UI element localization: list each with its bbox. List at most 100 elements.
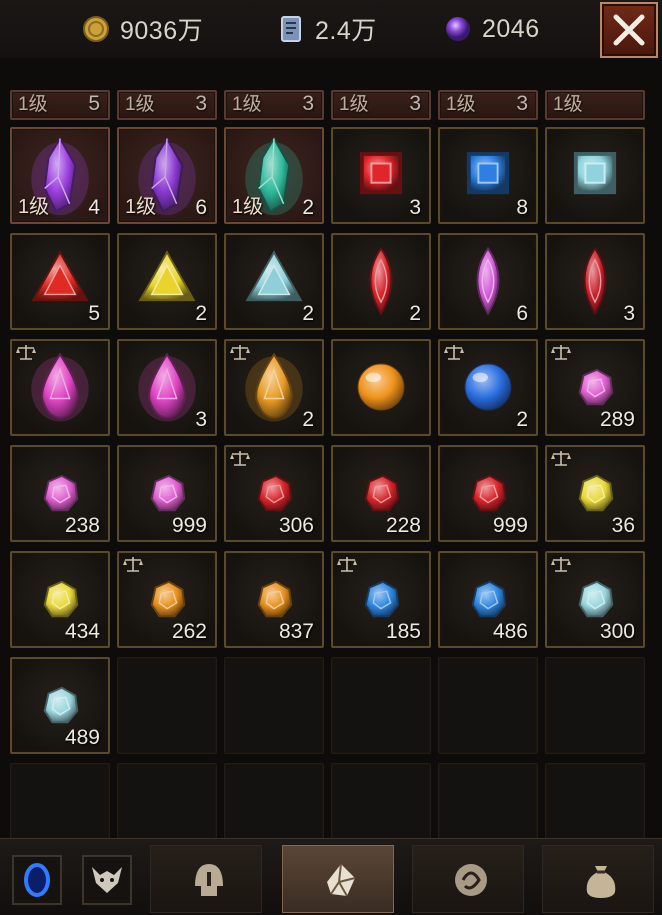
demon-head-icon — [92, 867, 122, 893]
rune-tab-icon — [455, 864, 487, 896]
item-quantity: 2 — [409, 302, 421, 325]
inventory-slot[interactable]: 999 — [117, 445, 217, 542]
item-quantity: 36 — [611, 514, 635, 537]
inventory-slot[interactable]: 2 — [438, 339, 538, 436]
item-quantity: 3 — [623, 302, 635, 325]
inventory-slot[interactable]: 434 — [10, 551, 110, 648]
partial-slot[interactable]: 1级 — [545, 90, 645, 120]
empty-slot — [331, 657, 431, 754]
item-level: 1级 — [18, 94, 48, 115]
gold-resource: 9036万 — [82, 12, 203, 46]
item-quantity: 6 — [516, 302, 528, 325]
inventory-slot[interactable]: 36 — [545, 445, 645, 542]
inventory-slot[interactable]: 306 — [224, 445, 324, 542]
inventory-slot[interactable]: 3 — [117, 339, 217, 436]
item-quantity: 3 — [409, 196, 421, 219]
inventory-slot[interactable]: 486 — [438, 551, 538, 648]
tab-gems[interactable] — [282, 845, 394, 913]
item-quantity: 2 — [302, 302, 314, 325]
item-quantity: 2 — [302, 408, 314, 431]
inventory-slot[interactable]: 999 — [438, 445, 538, 542]
inventory-slot[interactable]: 228 — [331, 445, 431, 542]
item-quantity: 289 — [599, 408, 635, 431]
partial-slot[interactable]: 1级 3 — [117, 90, 217, 120]
item-quantity: 6 — [195, 196, 207, 219]
item-level: 1级 — [232, 196, 264, 218]
inventory-slot[interactable] — [545, 127, 645, 224]
item-quantity: 999 — [171, 514, 207, 537]
inventory-slot[interactable]: 6 — [438, 233, 538, 330]
purple-orb-icon — [446, 17, 470, 41]
inventory-slot[interactable]: 2 — [224, 233, 324, 330]
inventory-slot[interactable]: 3 — [545, 233, 645, 330]
balance-scale-icon — [337, 557, 357, 572]
orb-amount: 2046 — [482, 14, 540, 43]
balance-scale-icon — [230, 451, 250, 466]
tab-runes[interactable] — [412, 845, 524, 913]
inventory-slot[interactable]: 262 — [117, 551, 217, 648]
inventory-slot[interactable]: 5 — [10, 233, 110, 330]
close-button[interactable] — [600, 2, 658, 58]
item-quantity: 999 — [492, 514, 528, 537]
inventory-slot[interactable]: 3 — [331, 127, 431, 224]
item-quantity: 8 — [516, 196, 528, 219]
scroll-amount: 2.4万 — [315, 17, 377, 45]
item-level: 1级 — [125, 94, 155, 115]
balance-scale-icon — [16, 345, 36, 360]
inventory-slot[interactable]: 238 — [10, 445, 110, 542]
item-quantity: 434 — [64, 620, 100, 643]
blue-portal-slot[interactable] — [12, 855, 62, 905]
inventory-slot[interactable]: 8 — [438, 127, 538, 224]
item-quantity: 5 — [88, 302, 100, 325]
partial-slot[interactable]: 1级 3 — [438, 90, 538, 120]
demon-slot[interactable] — [82, 855, 132, 905]
tab-equipment[interactable] — [150, 845, 262, 913]
item-quantity: 238 — [64, 514, 100, 537]
item-quantity: 2 — [516, 408, 528, 431]
empty-slot — [545, 657, 645, 754]
item-quantity: 3 — [516, 92, 528, 115]
item-quantity: 489 — [64, 726, 100, 749]
item-level: 1级 — [446, 94, 476, 115]
item-quantity: 3 — [195, 408, 207, 431]
item-level: 1级 — [553, 94, 583, 115]
empty-slot — [438, 657, 538, 754]
partial-slot[interactable]: 1级 3 — [224, 90, 324, 120]
item-quantity: 300 — [599, 620, 635, 643]
partial-slot[interactable]: 1级 5 — [10, 90, 110, 120]
item-quantity: 3 — [302, 92, 314, 115]
tab-bag[interactable] — [542, 845, 654, 913]
item-quantity: 837 — [278, 620, 314, 643]
item-quantity: 486 — [492, 620, 528, 643]
inventory-slot[interactable]: 1级 6 — [117, 127, 217, 224]
item-quantity: 228 — [385, 514, 421, 537]
inventory-slot[interactable]: 185 — [331, 551, 431, 648]
close-icon — [613, 14, 645, 46]
helmet-tab-icon — [195, 864, 223, 896]
inventory-slot[interactable]: 489 — [10, 657, 110, 754]
inventory-slot[interactable]: 1级 4 — [10, 127, 110, 224]
partial-slot[interactable]: 1级 3 — [331, 90, 431, 120]
inventory-slot[interactable]: 2 — [224, 339, 324, 436]
item-quantity: 306 — [278, 514, 314, 537]
scroll-icon — [281, 16, 301, 42]
inventory-slot[interactable]: 300 — [545, 551, 645, 648]
gold-amount: 9036万 — [120, 17, 204, 45]
balance-scale-icon — [551, 345, 571, 360]
cyan-square-gem-icon — [573, 152, 617, 195]
item-level: 1级 — [232, 94, 262, 115]
inventory-slot[interactable]: 837 — [224, 551, 324, 648]
item-quantity: 185 — [385, 620, 421, 643]
empty-slot — [117, 657, 217, 754]
inventory-slot[interactable] — [10, 339, 110, 436]
inventory-slot[interactable] — [331, 339, 431, 436]
inventory-slot[interactable]: 2 — [117, 233, 217, 330]
item-level: 1级 — [339, 94, 369, 115]
inventory-slot[interactable]: 289 — [545, 339, 645, 436]
balance-scale-icon — [230, 345, 250, 360]
inventory-slot[interactable]: 1级 2 — [224, 127, 324, 224]
inventory-slot[interactable]: 2 — [331, 233, 431, 330]
resource-bar: 9036万 2.4万 2046 — [0, 0, 662, 58]
balance-scale-icon — [551, 451, 571, 466]
balance-scale-icon — [551, 557, 571, 572]
